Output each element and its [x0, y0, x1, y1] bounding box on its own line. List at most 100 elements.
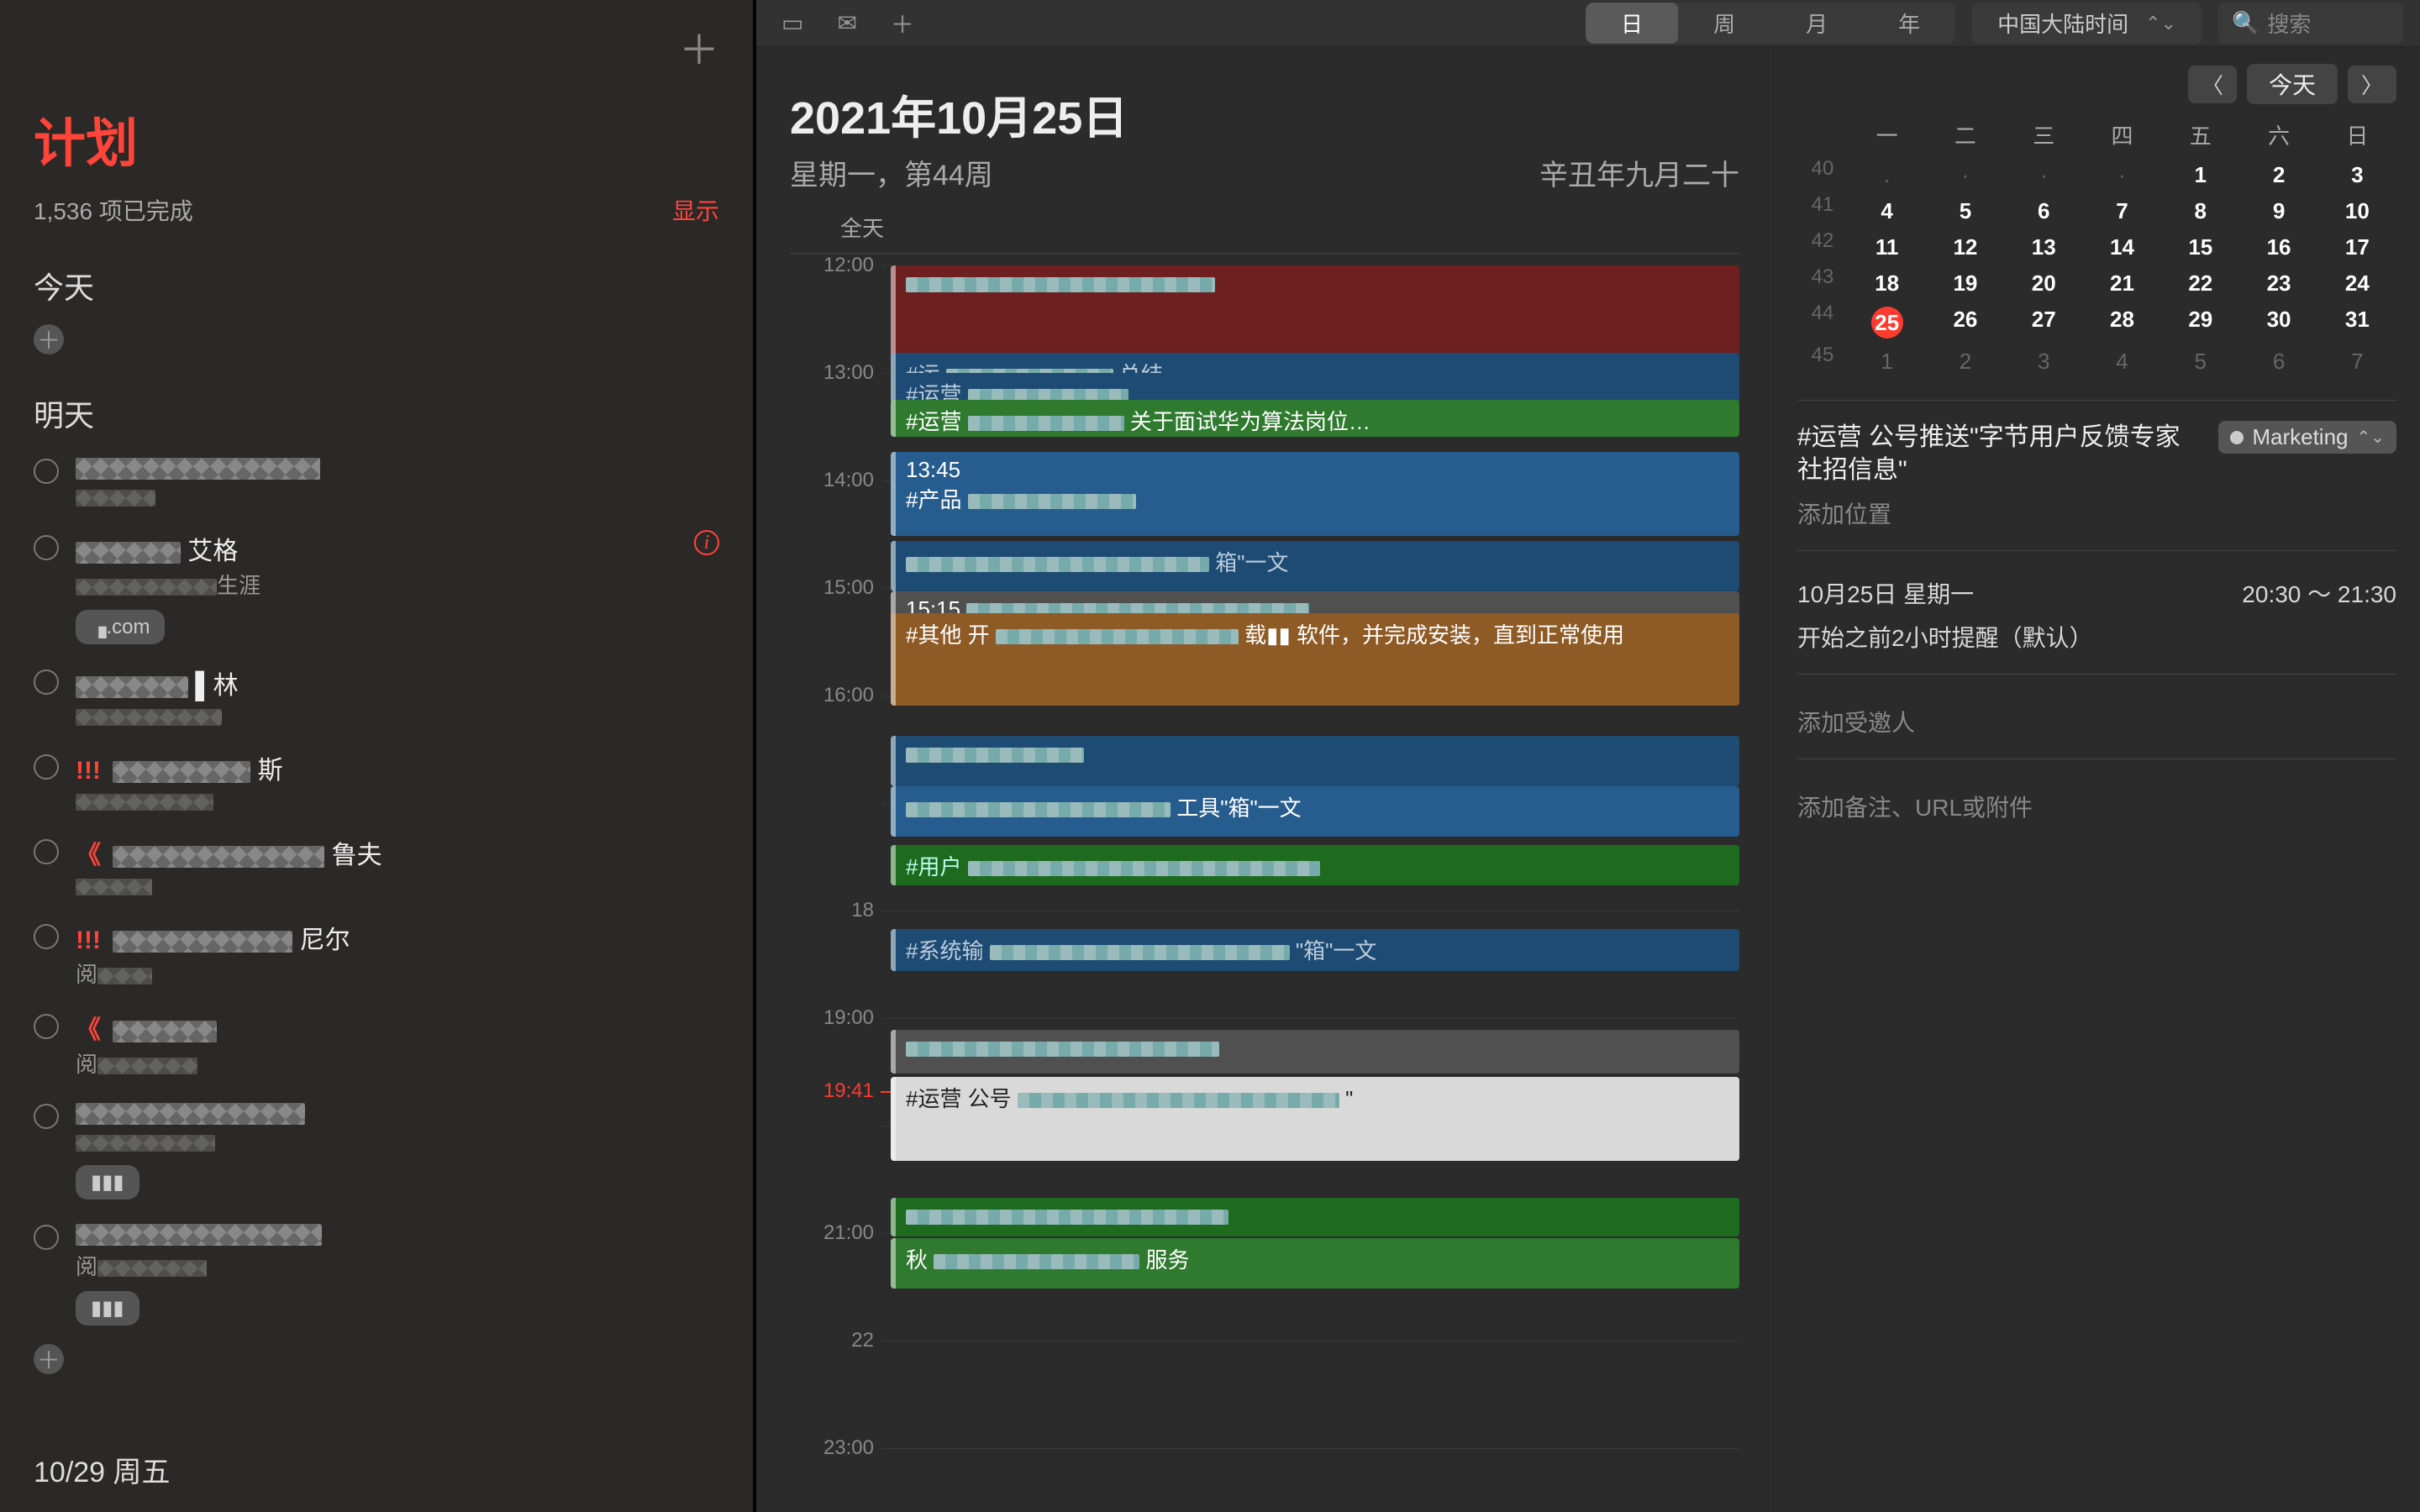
calendar-event[interactable]	[891, 265, 1739, 358]
mini-day[interactable]: 2	[1926, 344, 2004, 380]
calendar-event[interactable]	[891, 1198, 1739, 1236]
mini-day[interactable]: 21	[2083, 265, 2161, 302]
todo-tag[interactable]: ▮▮▮	[76, 1291, 139, 1326]
calendar-icon[interactable]: ▭	[773, 9, 812, 37]
mini-day[interactable]: 1	[1848, 344, 1926, 380]
mini-day[interactable]: 3	[2005, 344, 2083, 380]
todo-checkbox[interactable]	[34, 669, 59, 695]
mini-day[interactable]: 31	[2318, 302, 2396, 344]
mini-day[interactable]: ·	[2083, 157, 2161, 193]
mini-day[interactable]: 5	[2161, 344, 2239, 380]
todo-item[interactable]: ▌林	[0, 654, 753, 739]
todo-checkbox[interactable]	[34, 754, 59, 780]
mini-day[interactable]: 1	[2161, 157, 2239, 193]
timezone-select[interactable]: 中国大陆时间 ⌃⌄	[1972, 3, 2202, 44]
view-year[interactable]: 年	[1863, 3, 1955, 44]
calendar-event[interactable]: #运营	[891, 373, 1739, 403]
view-day[interactable]: 日	[1586, 3, 1678, 44]
calendar-event[interactable]: 工具"箱"一文	[891, 786, 1739, 837]
mini-day[interactable]: 9	[2239, 193, 2317, 229]
mini-day[interactable]: .	[1848, 157, 1926, 193]
mini-day[interactable]: 24	[2318, 265, 2396, 302]
calendar-event[interactable]: #其他 开 载▮▮ 软件，并完成安装，直到正常使用	[891, 613, 1739, 706]
mini-day[interactable]: 4	[2083, 344, 2161, 380]
todo-item[interactable]: ▮▮▮	[0, 1089, 753, 1210]
todo-tag[interactable]: ▮▮▮	[76, 1165, 139, 1200]
mini-day[interactable]: 13	[2005, 229, 2083, 265]
mini-day[interactable]: 26	[1926, 302, 2004, 344]
add-notes-field[interactable]: 添加备注、URL或附件	[1797, 790, 2396, 823]
calendar-event[interactable]: 箱"一文	[891, 541, 1739, 591]
mini-day[interactable]: ·	[1926, 157, 2004, 193]
event-date[interactable]: 10月25日 星期一	[1797, 576, 1974, 610]
show-completed-button[interactable]: 显示	[672, 193, 719, 227]
todo-item[interactable]: 阅 ▮▮▮	[0, 1210, 753, 1336]
mini-day[interactable]: 5	[1926, 193, 2004, 229]
todo-checkbox[interactable]	[34, 459, 59, 484]
today-button[interactable]: 今天	[2247, 64, 2338, 104]
event-time[interactable]: 20:30 ～ 21:30	[2242, 576, 2396, 610]
calendar-event[interactable]: 秋 服务	[891, 1238, 1739, 1289]
mini-day[interactable]: 7	[2318, 344, 2396, 380]
mini-day[interactable]: 19	[1926, 265, 2004, 302]
mini-day[interactable]: 3	[2318, 157, 2396, 193]
add-tomorrow-button[interactable]: ＋	[34, 1344, 64, 1374]
timeline[interactable]: 12:0013:0014:0015:0016:0019:0021:0023:00…	[790, 257, 1739, 1512]
next-button[interactable]: 〉	[2348, 66, 2396, 103]
mini-day[interactable]: 25	[1848, 302, 1926, 344]
todo-item[interactable]: !!! 尼尔 阅	[0, 909, 753, 999]
new-event-button[interactable]: ＋	[882, 7, 923, 40]
mini-day[interactable]: 22	[2161, 265, 2239, 302]
calendar-event[interactable]	[891, 1030, 1739, 1074]
search-input[interactable]: 🔍 搜索	[2218, 3, 2403, 44]
todo-checkbox[interactable]	[34, 1225, 59, 1250]
mini-day[interactable]: 23	[2239, 265, 2317, 302]
event-alert[interactable]: 开始之前2小时提醒（默认）	[1797, 620, 2396, 654]
allday-row[interactable]: 全天	[790, 202, 1739, 254]
mini-day[interactable]: 7	[2083, 193, 2161, 229]
todo-checkbox[interactable]	[34, 1104, 59, 1129]
todo-item[interactable]	[0, 444, 753, 520]
todo-item[interactable]: 《 鲁夫	[0, 824, 753, 909]
add-location-field[interactable]: 添加位置	[1797, 496, 2396, 530]
add-reminder-button[interactable]: ＋	[679, 17, 719, 76]
mini-day[interactable]: 15	[2161, 229, 2239, 265]
calendar-event[interactable]: #用户	[891, 845, 1739, 885]
todo-item[interactable]: !!! 斯	[0, 739, 753, 824]
inbox-icon[interactable]: ✉	[829, 9, 865, 37]
calendar-event[interactable]: #运营 公号 "	[891, 1077, 1739, 1161]
mini-day[interactable]: 16	[2239, 229, 2317, 265]
todo-checkbox[interactable]	[34, 839, 59, 864]
todo-checkbox[interactable]	[34, 924, 59, 949]
mini-day[interactable]: 17	[2318, 229, 2396, 265]
mini-day[interactable]: 10	[2318, 193, 2396, 229]
mini-day[interactable]: 18	[1848, 265, 1926, 302]
view-month[interactable]: 月	[1770, 3, 1863, 44]
todo-tag[interactable]: ▗.com	[76, 610, 165, 644]
mini-day[interactable]: 2	[2239, 157, 2317, 193]
todo-checkbox[interactable]	[34, 535, 59, 560]
mini-day[interactable]: 6	[2239, 344, 2317, 380]
view-week[interactable]: 周	[1678, 3, 1770, 44]
mini-day[interactable]: 11	[1848, 229, 1926, 265]
mini-day[interactable]: 28	[2083, 302, 2161, 344]
todo-item[interactable]: 艾格 生涯 ▗.com i	[0, 520, 753, 654]
todo-item[interactable]: 《 阅	[0, 999, 753, 1089]
calendar-event[interactable]: #系统输 "箱"一文	[891, 929, 1739, 971]
mini-day[interactable]: 8	[2161, 193, 2239, 229]
todo-checkbox[interactable]	[34, 1014, 59, 1039]
calendar-event[interactable]: #运营 关于面试华为算法岗位…	[891, 400, 1739, 437]
mini-day[interactable]: 6	[2005, 193, 2083, 229]
mini-day[interactable]: 14	[2083, 229, 2161, 265]
mini-day[interactable]: 29	[2161, 302, 2239, 344]
add-today-button[interactable]: ＋	[34, 324, 64, 354]
event-calendar-select[interactable]: Marketing ⌃⌄	[2218, 421, 2396, 454]
calendar-event[interactable]: 13:45#产品	[891, 452, 1739, 536]
add-invitee-field[interactable]: 添加受邀人	[1797, 705, 2396, 738]
mini-day[interactable]: ·	[2005, 157, 2083, 193]
mini-day[interactable]: 12	[1926, 229, 2004, 265]
mini-day[interactable]: 20	[2005, 265, 2083, 302]
event-title[interactable]: #运营 公号推送"字节用户反馈专家社招信息"	[1797, 421, 2205, 486]
prev-button[interactable]: 〈	[2188, 66, 2237, 103]
mini-day[interactable]: 27	[2005, 302, 2083, 344]
